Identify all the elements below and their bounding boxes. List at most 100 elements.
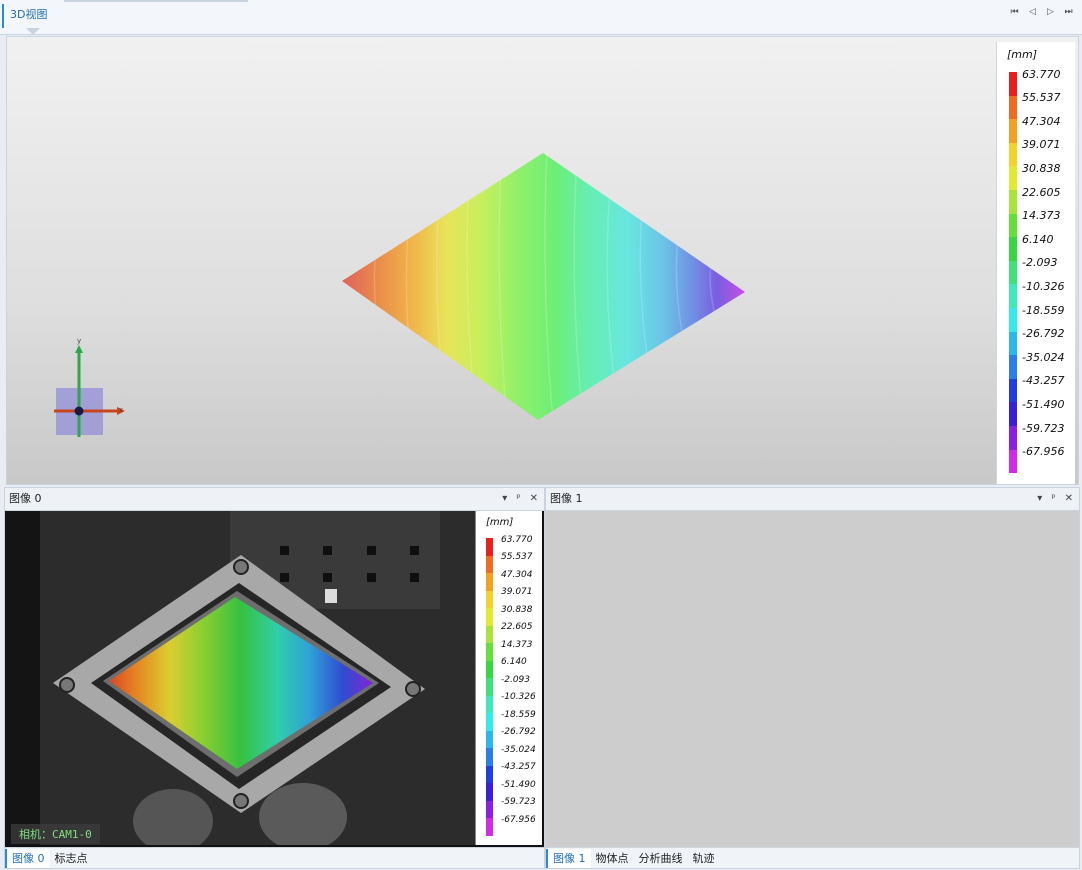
legend-swatch: [486, 748, 493, 766]
legend-swatch: [486, 608, 493, 626]
close-icon[interactable]: ✕: [1065, 488, 1073, 510]
color-legend-image-0: [mm] 63.770 55.537 47.304 39.071 30.838 22.60…: [475, 511, 542, 845]
legend-value: -35.024: [501, 744, 536, 755]
camera-frame: [5, 511, 475, 845]
legend-value: -10.326: [501, 692, 536, 702]
image-1-tabs: 图像 1 物体点 分析曲线 轨迹: [546, 847, 1079, 868]
legend-value: 30.838: [501, 604, 533, 615]
tab-trajectory[interactable]: 轨迹: [688, 849, 720, 868]
legend-swatch: [486, 643, 493, 661]
image-0-controls: ▾ ᵖ ✕: [502, 488, 538, 510]
legend-swatch: [486, 555, 493, 573]
image-0-pane: 图像 0 ▾ ᵖ ✕ 相机：CAM1-0 [mm] 63.770 55.537 …: [4, 487, 545, 869]
legend-swatch: [486, 765, 493, 783]
legend-value: 47.304: [1022, 114, 1061, 128]
tab-navigation: ⏮ ◁ ▷ ⏭: [1009, 6, 1074, 18]
legend-swatch: [1009, 355, 1017, 379]
x-axis-label: x: [119, 406, 123, 414]
legend-value: 55.537: [1022, 91, 1061, 105]
3d-viewport[interactable]: x y: [6, 36, 1079, 485]
legend-value: 39.071: [501, 587, 533, 597]
image-1-controls: ▾ ᵖ ✕: [1037, 488, 1073, 510]
camera-image-1[interactable]: [546, 511, 1079, 848]
tab-image-0[interactable]: 图像 0: [5, 848, 50, 868]
legend-value: 63.770: [501, 534, 533, 545]
pin-icon[interactable]: ᵖ: [1051, 488, 1055, 510]
legend-swatch: [1009, 95, 1017, 120]
next-icon[interactable]: ▷: [1045, 6, 1056, 18]
legend-value: 6.140: [501, 657, 527, 667]
dropdown-icon[interactable]: ▾: [502, 488, 507, 510]
legend-value: 55.537: [501, 552, 533, 562]
legend-swatch: [486, 713, 493, 731]
legend-swatch: [486, 573, 493, 591]
legend-value: -10.326: [1022, 279, 1065, 293]
legend-value: -18.559: [501, 709, 536, 720]
tab-markers[interactable]: 标志点: [50, 849, 93, 868]
legend-swatch: [1009, 449, 1017, 474]
close-icon[interactable]: ✕: [530, 488, 538, 510]
legend-swatch: [1009, 72, 1017, 96]
camera-label: 相机：CAM1-0: [11, 824, 100, 844]
legend-swatch: [486, 590, 493, 608]
legend-value: -2.093: [501, 674, 531, 685]
legend-value: -67.956: [501, 814, 536, 825]
legend-value: 6.140: [1022, 232, 1054, 246]
legend-swatch: [486, 800, 493, 818]
legend-swatch: [1009, 378, 1017, 403]
legend-swatch: [1009, 308, 1017, 332]
legend-value: 47.304: [501, 569, 533, 580]
legend-swatch: [486, 538, 493, 556]
legend-swatch: [1009, 284, 1017, 308]
legend-unit: [mm]: [1007, 48, 1038, 61]
legend-value: -51.490: [1022, 397, 1065, 411]
legend-value: -18.559: [1022, 303, 1065, 317]
legend-swatch: [1009, 142, 1017, 167]
prev-icon[interactable]: ◁: [1027, 6, 1038, 18]
legend-value: -51.490: [501, 779, 536, 790]
legend-value: -67.956: [1022, 445, 1065, 459]
legend-value: -43.257: [1022, 374, 1065, 388]
legend-value: 14.373: [1022, 209, 1061, 223]
legend-swatch: [486, 695, 493, 713]
legend-swatch: [1009, 166, 1017, 190]
legend-value: 22.605: [501, 622, 533, 632]
legend-swatch: [1009, 426, 1017, 450]
dropdown-icon[interactable]: ▾: [1037, 488, 1042, 510]
legend-swatch: [1009, 260, 1017, 285]
legend-value: 63.770: [1022, 67, 1061, 81]
deformation-surface[interactable]: [337, 147, 757, 427]
legend-value: 39.071: [1022, 138, 1061, 152]
axis-triad: x y: [54, 337, 125, 437]
3d-scene: x y: [54, 147, 757, 437]
legend-value: -26.792: [1022, 327, 1065, 341]
tab-pointer-icon: [26, 28, 40, 35]
legend-swatch: [486, 730, 493, 748]
tab-object-points[interactable]: 物体点: [591, 849, 634, 868]
legend-swatch: [486, 678, 493, 696]
y-axis-label: y: [77, 337, 81, 345]
legend-swatch: [486, 818, 493, 836]
legend-value: 22.605: [1022, 185, 1061, 199]
last-page-icon[interactable]: ⏭: [1063, 6, 1074, 18]
legend-swatch: [486, 660, 493, 678]
tab-3d-view-label: 3D视图: [10, 8, 48, 21]
image-1-header: 图像 1 ▾ ᵖ ✕: [546, 488, 1079, 511]
image-1-title: 图像 1: [550, 492, 583, 505]
legend-swatch: [1009, 213, 1017, 238]
camera-image-0[interactable]: 相机：CAM1-0 [mm] 63.770 55.537 47.304 39.071 3…: [5, 511, 544, 848]
tab-3d-view[interactable]: 3D视图: [2, 4, 56, 35]
image-0-header: 图像 0 ▾ ᵖ ✕: [5, 488, 544, 511]
pin-icon[interactable]: ᵖ: [516, 488, 520, 510]
legend-value: 30.838: [1022, 161, 1061, 175]
tab-image-1[interactable]: 图像 1: [546, 848, 591, 868]
first-page-icon[interactable]: ⏮: [1009, 6, 1020, 18]
legend-swatch: [486, 625, 493, 643]
legend-value: -26.792: [501, 727, 536, 737]
tab-analysis-curves[interactable]: 分析曲线: [634, 849, 688, 868]
legend-value: 14.373: [501, 639, 533, 650]
legend-value: -2.093: [1022, 256, 1058, 270]
legend-value: -35.024: [1022, 350, 1065, 364]
legend-swatch: [1009, 119, 1017, 143]
legend-unit-small: [mm]: [486, 517, 514, 528]
